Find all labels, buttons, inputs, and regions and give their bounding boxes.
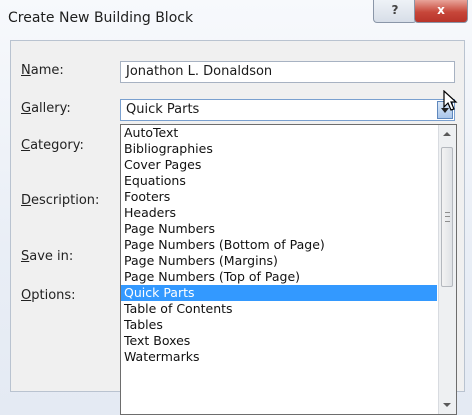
save-in-label: Save in:: [21, 249, 73, 264]
gallery-option[interactable]: Text Boxes: [121, 333, 437, 349]
gallery-option[interactable]: Headers: [121, 205, 437, 221]
gallery-select[interactable]: Quick Parts: [120, 99, 455, 121]
help-button[interactable]: ?: [373, 0, 417, 23]
category-label-rest: ategory:: [30, 138, 84, 153]
gallery-option[interactable]: Page Numbers: [121, 221, 437, 237]
gallery-option[interactable]: Page Numbers (Top of Page): [121, 269, 437, 285]
gallery-option[interactable]: Watermarks: [121, 349, 437, 365]
gallery-options: AutoText Bibliographies Cover Pages Equatio…: [121, 125, 437, 365]
scroll-up-arrow-icon[interactable]: [443, 132, 451, 136]
gallery-option[interactable]: Page Numbers (Margins): [121, 253, 437, 269]
description-label-rest: escription:: [31, 193, 100, 208]
close-icon: x: [437, 3, 445, 17]
category-label-key: C: [21, 138, 31, 153]
name-field[interactable]: Jonathon L. Donaldson: [120, 61, 455, 83]
gallery-select-value: Quick Parts: [126, 102, 200, 117]
dropdown-scrollbar[interactable]: [438, 125, 456, 414]
gallery-option[interactable]: Equations: [121, 173, 437, 189]
gallery-option[interactable]: Quick Parts: [121, 285, 437, 301]
description-label: Description:: [21, 193, 99, 208]
gallery-option[interactable]: Tables: [121, 317, 437, 333]
create-building-block-dialog: Create New Building Block ? x Name: Gall…: [0, 0, 472, 415]
gallery-option[interactable]: Cover Pages: [121, 157, 437, 173]
description-label-key: D: [21, 193, 32, 208]
gallery-label-key: G: [21, 101, 32, 116]
gallery-option[interactable]: AutoText: [121, 125, 437, 141]
gallery-option[interactable]: Footers: [121, 189, 437, 205]
save-in-label-rest: ave in:: [29, 249, 74, 264]
name-label-key: N: [21, 63, 31, 78]
gallery-option[interactable]: Page Numbers (Bottom of Page): [121, 237, 437, 253]
close-button[interactable]: x: [414, 0, 468, 23]
grip-icon: [445, 212, 450, 222]
name-field-value: Jonathon L. Donaldson: [126, 64, 273, 79]
scroll-thumb[interactable]: [441, 147, 453, 287]
name-label: Name:: [21, 63, 64, 78]
gallery-option[interactable]: Bibliographies: [121, 141, 437, 157]
scroll-down-arrow-icon[interactable]: [443, 403, 451, 407]
name-label-rest: ame:: [30, 63, 64, 78]
gallery-option[interactable]: Table of Contents: [121, 301, 437, 317]
gallery-dropdown-list[interactable]: AutoText Bibliographies Cover Pages Equatio…: [120, 124, 457, 415]
dialog-title: Create New Building Block: [8, 10, 194, 26]
options-label-rest: ptions:: [31, 288, 76, 303]
options-label-key: O: [21, 288, 32, 303]
gallery-label: Gallery:: [21, 101, 71, 116]
options-label: Options:: [21, 288, 76, 303]
category-label: Category:: [21, 138, 84, 153]
help-icon: ?: [391, 3, 399, 17]
mouse-pointer-icon: [443, 90, 458, 111]
gallery-label-rest: allery:: [31, 101, 71, 116]
